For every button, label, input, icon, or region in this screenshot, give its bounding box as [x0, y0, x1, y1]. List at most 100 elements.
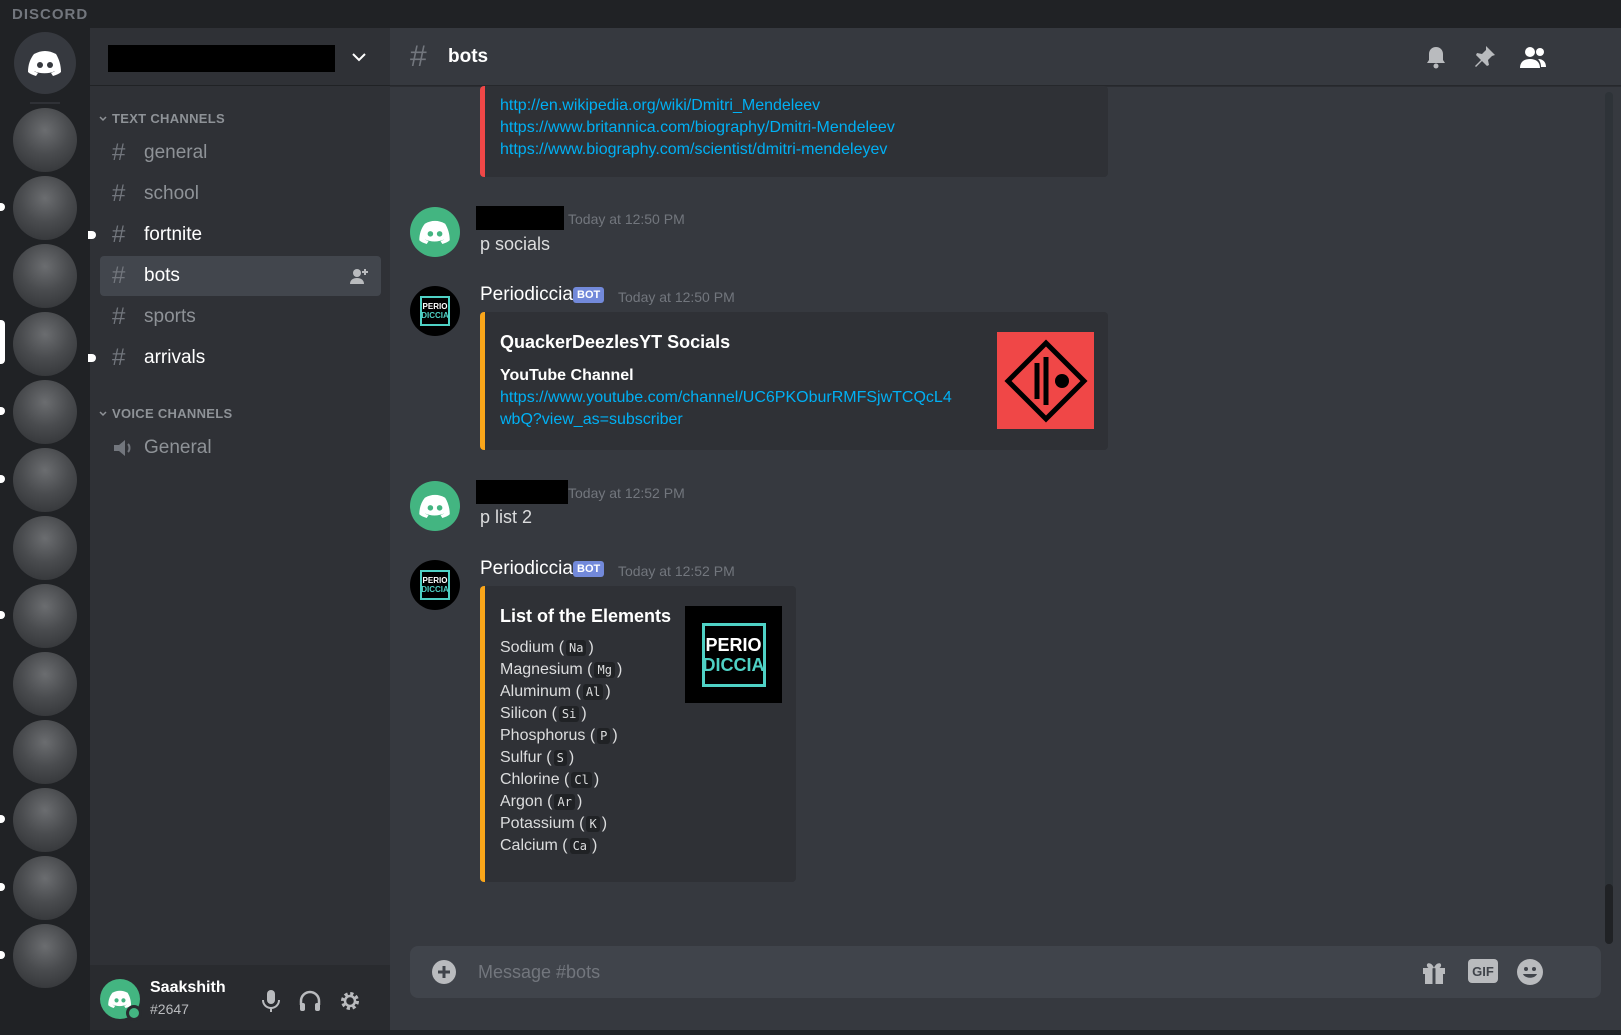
add-user-icon[interactable]	[349, 266, 369, 286]
unread-pill	[0, 203, 5, 211]
channel-title: bots	[448, 46, 489, 67]
server-icon[interactable]	[13, 584, 77, 648]
avatar[interactable]	[410, 481, 460, 531]
author-name-redacted	[476, 480, 568, 504]
channel-sidebar: TEXT CHANNELS # general # school # fortn…	[88, 28, 390, 1035]
periodiccia-logo-icon: PERIO DICCIA	[420, 570, 450, 600]
hash-icon: #	[112, 221, 126, 248]
discord-logo-icon	[419, 494, 450, 518]
bottom-strip	[90, 1030, 1621, 1035]
hash-icon: #	[112, 303, 126, 330]
voice-channel-general[interactable]: General	[100, 428, 381, 468]
server-icon[interactable]	[13, 924, 77, 988]
bell-icon[interactable]	[1423, 44, 1449, 70]
unread-indicator	[88, 231, 96, 239]
channel-arrivals[interactable]: # arrivals	[100, 338, 381, 378]
embed-link[interactable]: http://en.wikipedia.org/wiki/Dmitri_Mend…	[500, 95, 1093, 117]
message-composer: GIF	[410, 946, 1601, 998]
embed-thumbnail[interactable]: PERIO DICCIA	[685, 606, 782, 703]
server-icon[interactable]	[13, 516, 77, 580]
hash-icon: #	[410, 40, 427, 73]
microphone-icon[interactable]	[260, 989, 282, 1013]
user-panel: Saakshith #2647	[90, 965, 390, 1035]
embed-thumbnail[interactable]	[997, 332, 1094, 429]
element-row: Calcium (Ca)	[500, 837, 598, 854]
gift-icon[interactable]	[1420, 958, 1448, 986]
members-icon[interactable]	[1518, 44, 1548, 70]
gear-icon[interactable]	[338, 989, 362, 1013]
home-button[interactable]	[14, 32, 76, 94]
bot-badge: BOT	[573, 561, 605, 577]
headphones-icon[interactable]	[298, 989, 322, 1013]
channel-school[interactable]: # school	[100, 174, 381, 214]
link-embed: http://en.wikipedia.org/wiki/Dmitri_Mend…	[480, 86, 1108, 177]
server-icon[interactable]	[13, 856, 77, 920]
embed-link[interactable]: https://www.biography.com/scientist/dmit…	[500, 139, 1093, 161]
timestamp: Today at 12:50 PM	[568, 211, 685, 227]
channel-bots[interactable]: # bots	[100, 256, 381, 296]
author-name[interactable]: Periodiccia	[480, 558, 573, 580]
category-voice-channels[interactable]: VOICE CHANNELS	[98, 406, 233, 421]
unread-pill	[0, 475, 5, 483]
message-input[interactable]	[478, 946, 1378, 998]
message-content: p socials	[480, 234, 551, 254]
guild-separator	[30, 102, 60, 104]
scrollbar[interactable]	[1605, 92, 1613, 944]
unread-pill	[0, 951, 5, 959]
hash-icon: #	[112, 139, 126, 166]
speaker-icon	[114, 440, 131, 456]
bot-badge: BOT	[573, 287, 605, 303]
hash-icon: #	[112, 262, 126, 289]
upload-plus-icon[interactable]	[430, 958, 458, 986]
server-icon[interactable]	[13, 380, 77, 444]
channel-header: # bots	[390, 28, 1621, 86]
author-name-redacted	[476, 206, 564, 230]
channel-fortnite[interactable]: # fortnite	[100, 215, 381, 255]
element-row: Silicon (Si)	[500, 705, 587, 722]
avatar[interactable]	[410, 207, 460, 257]
server-icon-selected[interactable]	[13, 312, 77, 376]
hash-icon: #	[112, 180, 126, 207]
element-row: Phosphorus (P)	[500, 727, 618, 744]
element-row: Argon (Ar)	[500, 793, 583, 810]
server-icon[interactable]	[13, 788, 77, 852]
unread-pill	[0, 815, 5, 823]
embed-link[interactable]: https://www.britannica.com/biography/Dmi…	[500, 117, 1093, 139]
timestamp: Today at 12:50 PM	[618, 289, 735, 305]
gif-button[interactable]: GIF	[1468, 959, 1498, 983]
unread-pill	[0, 407, 5, 415]
channel-sports[interactable]: # sports	[100, 297, 381, 337]
server-icon[interactable]	[13, 108, 77, 172]
chevron-down-icon	[99, 410, 107, 416]
message-content: p list 2	[480, 507, 533, 527]
discord-wordmark: DISCORD	[12, 6, 89, 23]
discord-logo-icon	[28, 51, 61, 76]
avatar[interactable]: PERIO DICCIA	[410, 560, 460, 610]
pin-icon[interactable]	[1471, 44, 1497, 70]
server-list	[0, 28, 90, 1035]
online-status-icon	[126, 1005, 142, 1021]
user-discriminator: #2647	[150, 1001, 189, 1017]
server-icon[interactable]	[13, 448, 77, 512]
server-icon[interactable]	[13, 176, 77, 240]
emoji-icon[interactable]	[1516, 958, 1544, 986]
server-icon[interactable]	[13, 652, 77, 716]
channel-general[interactable]: # general	[100, 133, 381, 173]
unread-indicator	[88, 354, 96, 362]
avatar[interactable]: PERIO DICCIA	[410, 286, 460, 336]
server-icon[interactable]	[13, 244, 77, 308]
author-name[interactable]: Periodiccia	[480, 284, 573, 306]
chat-area: # bots http://en.wikipedia.org/wiki/Dmit…	[390, 28, 1621, 1035]
server-icon[interactable]	[13, 720, 77, 784]
chevron-down-icon	[99, 115, 107, 121]
diamond-logo-icon	[1003, 338, 1088, 423]
timestamp: Today at 12:52 PM	[568, 485, 685, 501]
title-bar: DISCORD	[0, 0, 1621, 28]
element-row: Sulfur (S)	[500, 749, 575, 766]
category-text-channels[interactable]: TEXT CHANNELS	[98, 111, 225, 126]
periodiccia-logo-icon: PERIO DICCIA	[701, 622, 766, 687]
scrollbar-thumb[interactable]	[1605, 884, 1613, 944]
chevron-down-icon[interactable]	[350, 48, 368, 66]
server-header[interactable]	[90, 28, 390, 86]
element-row: Potassium (K)	[500, 815, 608, 832]
